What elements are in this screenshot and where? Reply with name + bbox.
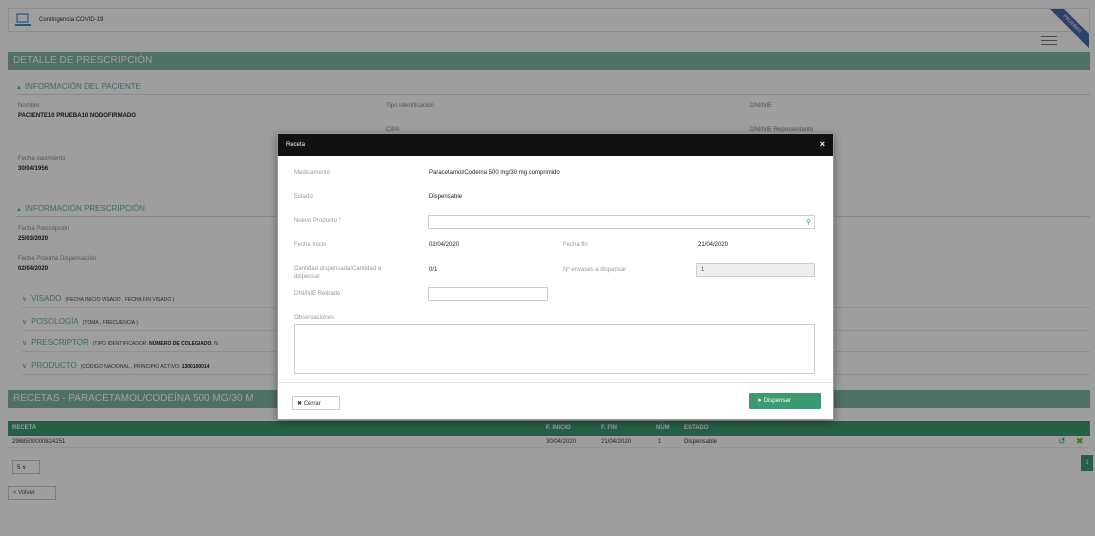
fecha-fin-label: Fecha fin <box>563 242 588 248</box>
fecha-inicio-label: Fecha Inicio <box>294 242 327 248</box>
dispensar-button[interactable]: ➤ Dispensar <box>749 393 821 409</box>
fecha-fin-value: 21/04/2020 <box>698 242 729 248</box>
receta-modal: Receta × Medicamento Paracetamol/Codeína… <box>277 133 834 420</box>
send-icon: ➤ <box>757 398 763 404</box>
cerrar-button[interactable]: ✖ Cerrar <box>292 396 340 410</box>
envases-label: Nº envases a dispensar <box>563 267 627 273</box>
medicamento-value: Paracetamol/Codeína 500 mg/30 mg comprim… <box>429 170 560 176</box>
search-icon[interactable]: ⚲ <box>806 218 811 226</box>
medicamento-label: Medicamento <box>294 170 331 176</box>
nuevo-producto-input[interactable]: ⚲ <box>428 215 815 229</box>
cantidad-label: Cantidad dispensada/Cantidad a dispensar <box>294 266 382 280</box>
nuevo-producto-label: Nuevo Producto * <box>294 218 342 224</box>
envases-input[interactable]: 1 <box>696 263 815 277</box>
fecha-inicio-value: 02/04/2020 <box>429 242 460 248</box>
modal-title: Receta <box>286 142 306 148</box>
observaciones-textarea[interactable] <box>294 324 815 374</box>
observaciones-label: Observaciones <box>294 315 335 321</box>
divider <box>278 382 833 383</box>
close-icon[interactable]: × <box>820 139 825 149</box>
estado-value: Dispensable <box>429 194 463 200</box>
dni-retirado-label: DNI/NIE Retirado <box>294 291 341 297</box>
modal-header: Receta × <box>278 134 833 156</box>
estado-label: Estado <box>294 194 313 200</box>
close-icon: ✖ <box>297 401 303 407</box>
dni-retirado-input[interactable] <box>428 287 548 301</box>
cantidad-value: 0/1 <box>429 267 438 273</box>
